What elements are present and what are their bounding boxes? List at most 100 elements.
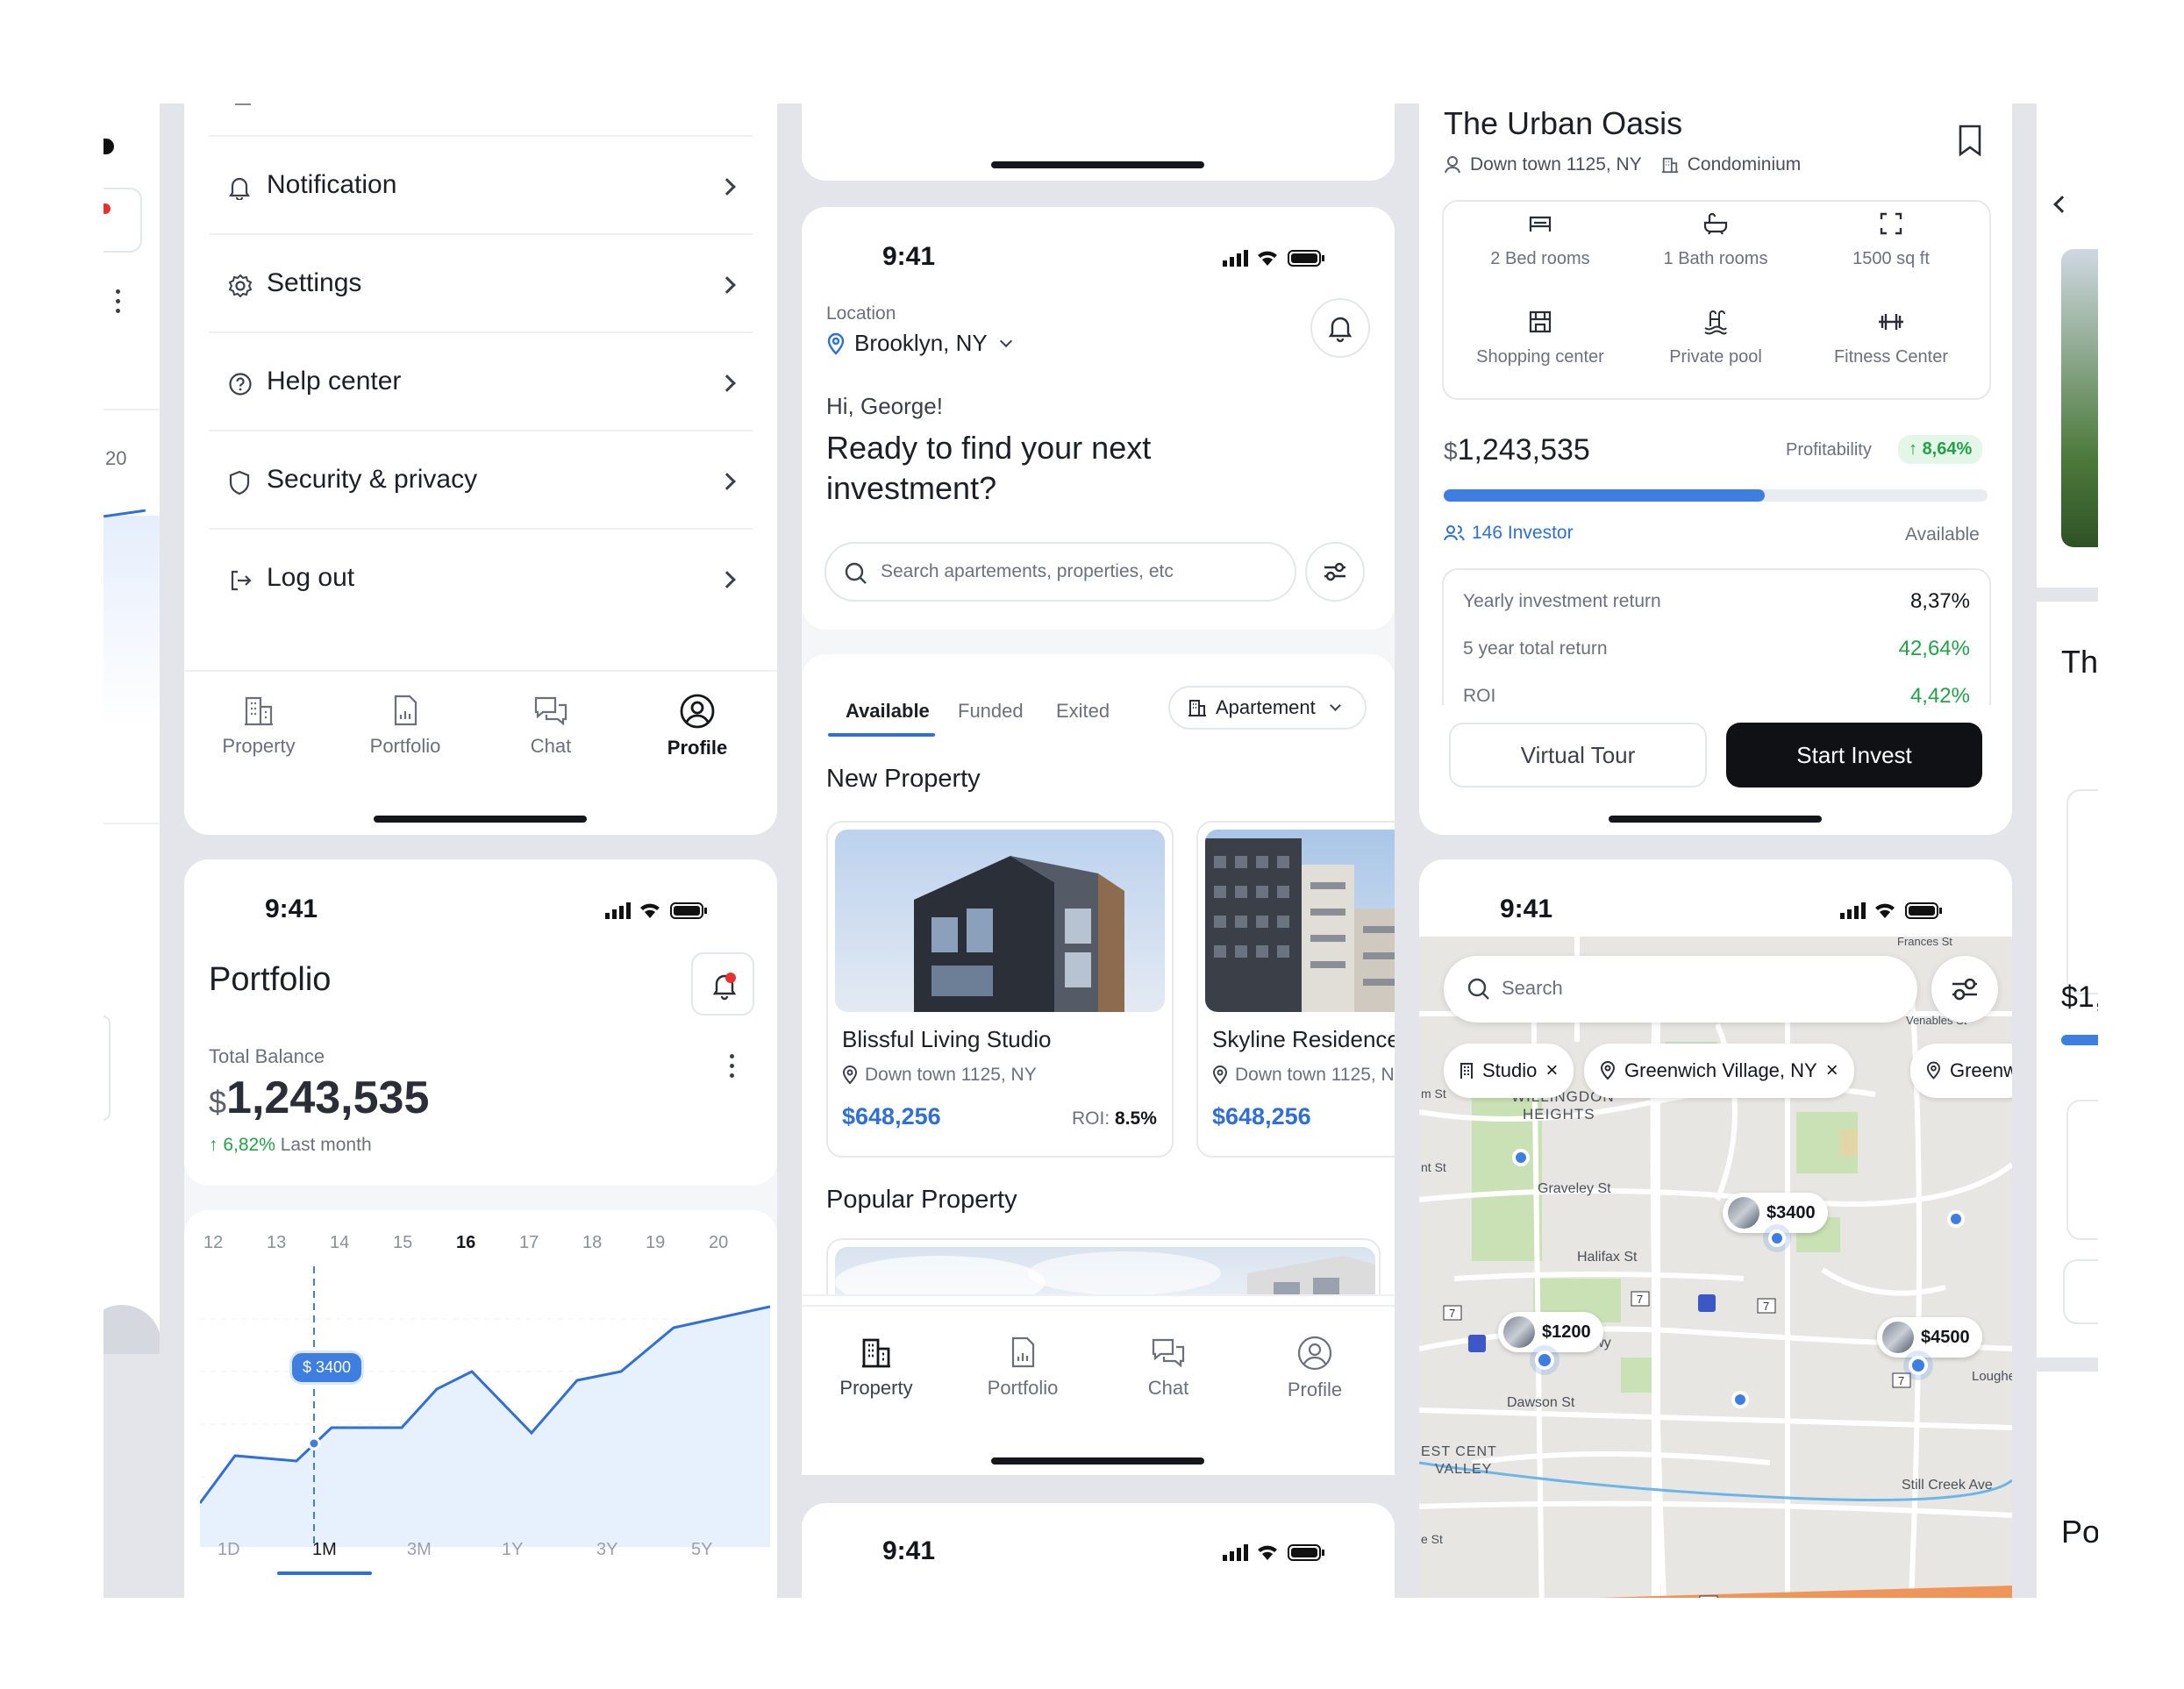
- price-marker[interactable]: $1200: [1498, 1312, 1603, 1352]
- filter-button[interactable]: [1305, 542, 1365, 602]
- virtual-tour-button[interactable]: Virtual Tour: [1449, 723, 1707, 787]
- marker-price: $3400: [1766, 1202, 1816, 1222]
- price-marker[interactable]: $4500: [1877, 1317, 1982, 1358]
- start-invest-button[interactable]: Start Invest: [1726, 723, 1982, 787]
- nav-property[interactable]: Property: [189, 693, 329, 758]
- notification-icon[interactable]: [103, 188, 142, 253]
- tab-funded[interactable]: Funded: [958, 700, 1024, 723]
- filter-chip-location-2[interactable]: Greenw: [1910, 1044, 2012, 1098]
- chip-label: Studio: [1482, 1059, 1538, 1081]
- menu-item-settings[interactable]: Settings: [209, 235, 753, 333]
- location-dot[interactable]: [1512, 1149, 1530, 1166]
- property-address: Down town 1125, NY: [1470, 154, 1642, 175]
- date-option[interactable]: 13: [267, 1233, 286, 1253]
- dropdown-value: Apartement: [1216, 696, 1316, 718]
- status-time: 9:41: [882, 1536, 936, 1565]
- svg-text:Loughe: Loughe: [1972, 1369, 2012, 1384]
- svg-text:EST CENT: EST CENT: [1421, 1444, 1497, 1459]
- shop-icon: [1529, 310, 1552, 333]
- notification-button[interactable]: [1310, 298, 1370, 358]
- bookmark-icon[interactable]: [1956, 123, 1984, 158]
- range-option[interactable]: 1D: [218, 1540, 240, 1560]
- svg-text:Halifax St: Halifax St: [1577, 1250, 1638, 1265]
- date-option[interactable]: 16: [456, 1233, 475, 1253]
- menu-item-notification[interactable]: Notification: [209, 137, 753, 235]
- svg-text:Graveley St: Graveley St: [1538, 1181, 1611, 1196]
- back-icon[interactable]: [2053, 196, 2071, 213]
- range-option[interactable]: 3Y: [596, 1540, 617, 1560]
- location-dot[interactable]: [1768, 1229, 1786, 1247]
- more-icon[interactable]: [730, 1054, 734, 1078]
- pool-icon: [1704, 310, 1727, 335]
- map-view[interactable]: WILLINGDON HEIGHTS Graveley St Halifax S…: [1419, 937, 2012, 1598]
- location-dot[interactable]: [1535, 1350, 1554, 1370]
- property-type-dropdown[interactable]: Apartement: [1168, 686, 1367, 730]
- close-icon[interactable]: ×: [1826, 1058, 1838, 1083]
- property-photo: [1205, 830, 1395, 1012]
- date-option[interactable]: 12: [203, 1233, 223, 1253]
- svg-text:e St: e St: [1421, 1532, 1443, 1546]
- section-new-property: New Property: [826, 765, 981, 793]
- menu-item-help-center[interactable]: Help center: [209, 333, 753, 431]
- right-edge-screen: Th $1, Po: [2037, 103, 2098, 1598]
- search-placeholder: Search apartements, properties, etc: [881, 561, 1174, 581]
- filter-chip-studio[interactable]: Studio ×: [1444, 1044, 1574, 1098]
- range-option[interactable]: 5Y: [691, 1540, 712, 1560]
- location-dot[interactable]: [1731, 1391, 1749, 1408]
- bath-icon: [1703, 212, 1728, 235]
- menu-item-logout[interactable]: Log out: [209, 530, 753, 628]
- tab-exited[interactable]: Exited: [1056, 700, 1110, 723]
- property-detail-screen: The Urban Oasis Down town 1125, NY Condo…: [1419, 103, 2012, 835]
- menu-item-security[interactable]: Security & privacy: [209, 431, 753, 530]
- nav-portfolio[interactable]: Portfolio: [335, 693, 475, 758]
- investor-count[interactable]: 146 Investor: [1472, 523, 1574, 544]
- range-option[interactable]: 3M: [407, 1540, 432, 1560]
- more-icon[interactable]: [116, 289, 121, 316]
- location-dot[interactable]: [1947, 1210, 1965, 1228]
- property-card[interactable]: Skyline Residence Down town 1125, NY $64…: [1196, 821, 1395, 1158]
- property-card[interactable]: Blissful Living Studio Down town 1125, N…: [826, 821, 1174, 1158]
- property-thumbnail: [1882, 1322, 1914, 1353]
- close-icon[interactable]: ×: [1545, 1058, 1558, 1083]
- search-input[interactable]: Search apartements, properties, etc: [824, 542, 1296, 602]
- features-grid: 2 Bed rooms 1 Bath rooms 1500 sq ft Shop…: [1442, 200, 1991, 400]
- notification-button[interactable]: [691, 952, 754, 1016]
- nav-profile[interactable]: Profile: [627, 693, 767, 759]
- property-thumbnail: [1728, 1197, 1759, 1229]
- date-option[interactable]: 20: [709, 1233, 728, 1253]
- document-icon: [1011, 1336, 1035, 1368]
- return-value: 42,64%: [1898, 637, 1970, 660]
- user-icon: [1445, 156, 1460, 174]
- nav-portfolio[interactable]: Portfolio: [953, 1335, 1093, 1400]
- date-option[interactable]: 19: [646, 1233, 665, 1253]
- map-search-input[interactable]: Search: [1444, 956, 1917, 1023]
- property-photo: [2061, 249, 2098, 547]
- menu-label: Help center: [267, 367, 402, 396]
- date-option[interactable]: 14: [330, 1233, 349, 1253]
- chevron-down-icon: [999, 334, 1012, 347]
- price-amount: 1,243,535: [1457, 433, 1590, 467]
- nav-chat[interactable]: Chat: [1098, 1335, 1238, 1400]
- chat-icon: [1152, 1338, 1185, 1368]
- location-dot[interactable]: [1909, 1356, 1928, 1375]
- nav-chat[interactable]: Chat: [481, 693, 621, 758]
- date-option[interactable]: 17: [519, 1233, 539, 1253]
- property-price: $648,256: [842, 1103, 941, 1130]
- map-filter-button[interactable]: [1931, 956, 1998, 1023]
- tab-available[interactable]: Available: [846, 700, 930, 723]
- price-marker[interactable]: $3400: [1723, 1193, 1828, 1233]
- range-option[interactable]: 1Y: [502, 1540, 523, 1560]
- location-selector[interactable]: Brooklyn, NY: [826, 330, 1012, 357]
- nav-label: Property: [222, 735, 296, 757]
- nav-profile[interactable]: Profile: [1245, 1335, 1385, 1401]
- nav-property[interactable]: Property: [806, 1335, 946, 1400]
- range-option[interactable]: 1M: [312, 1540, 337, 1560]
- location-pin-icon: [1212, 1065, 1228, 1085]
- greeting: Hi, George!: [826, 393, 943, 419]
- date-option[interactable]: 15: [393, 1233, 412, 1253]
- svg-text:7: 7: [1449, 1307, 1455, 1320]
- date-option[interactable]: 18: [582, 1233, 602, 1253]
- tooltip-value: $ 3400: [303, 1358, 352, 1376]
- filter-chip-location[interactable]: Greenwich Village, NY ×: [1584, 1044, 1854, 1098]
- property-price: $1,: [2061, 980, 2098, 1014]
